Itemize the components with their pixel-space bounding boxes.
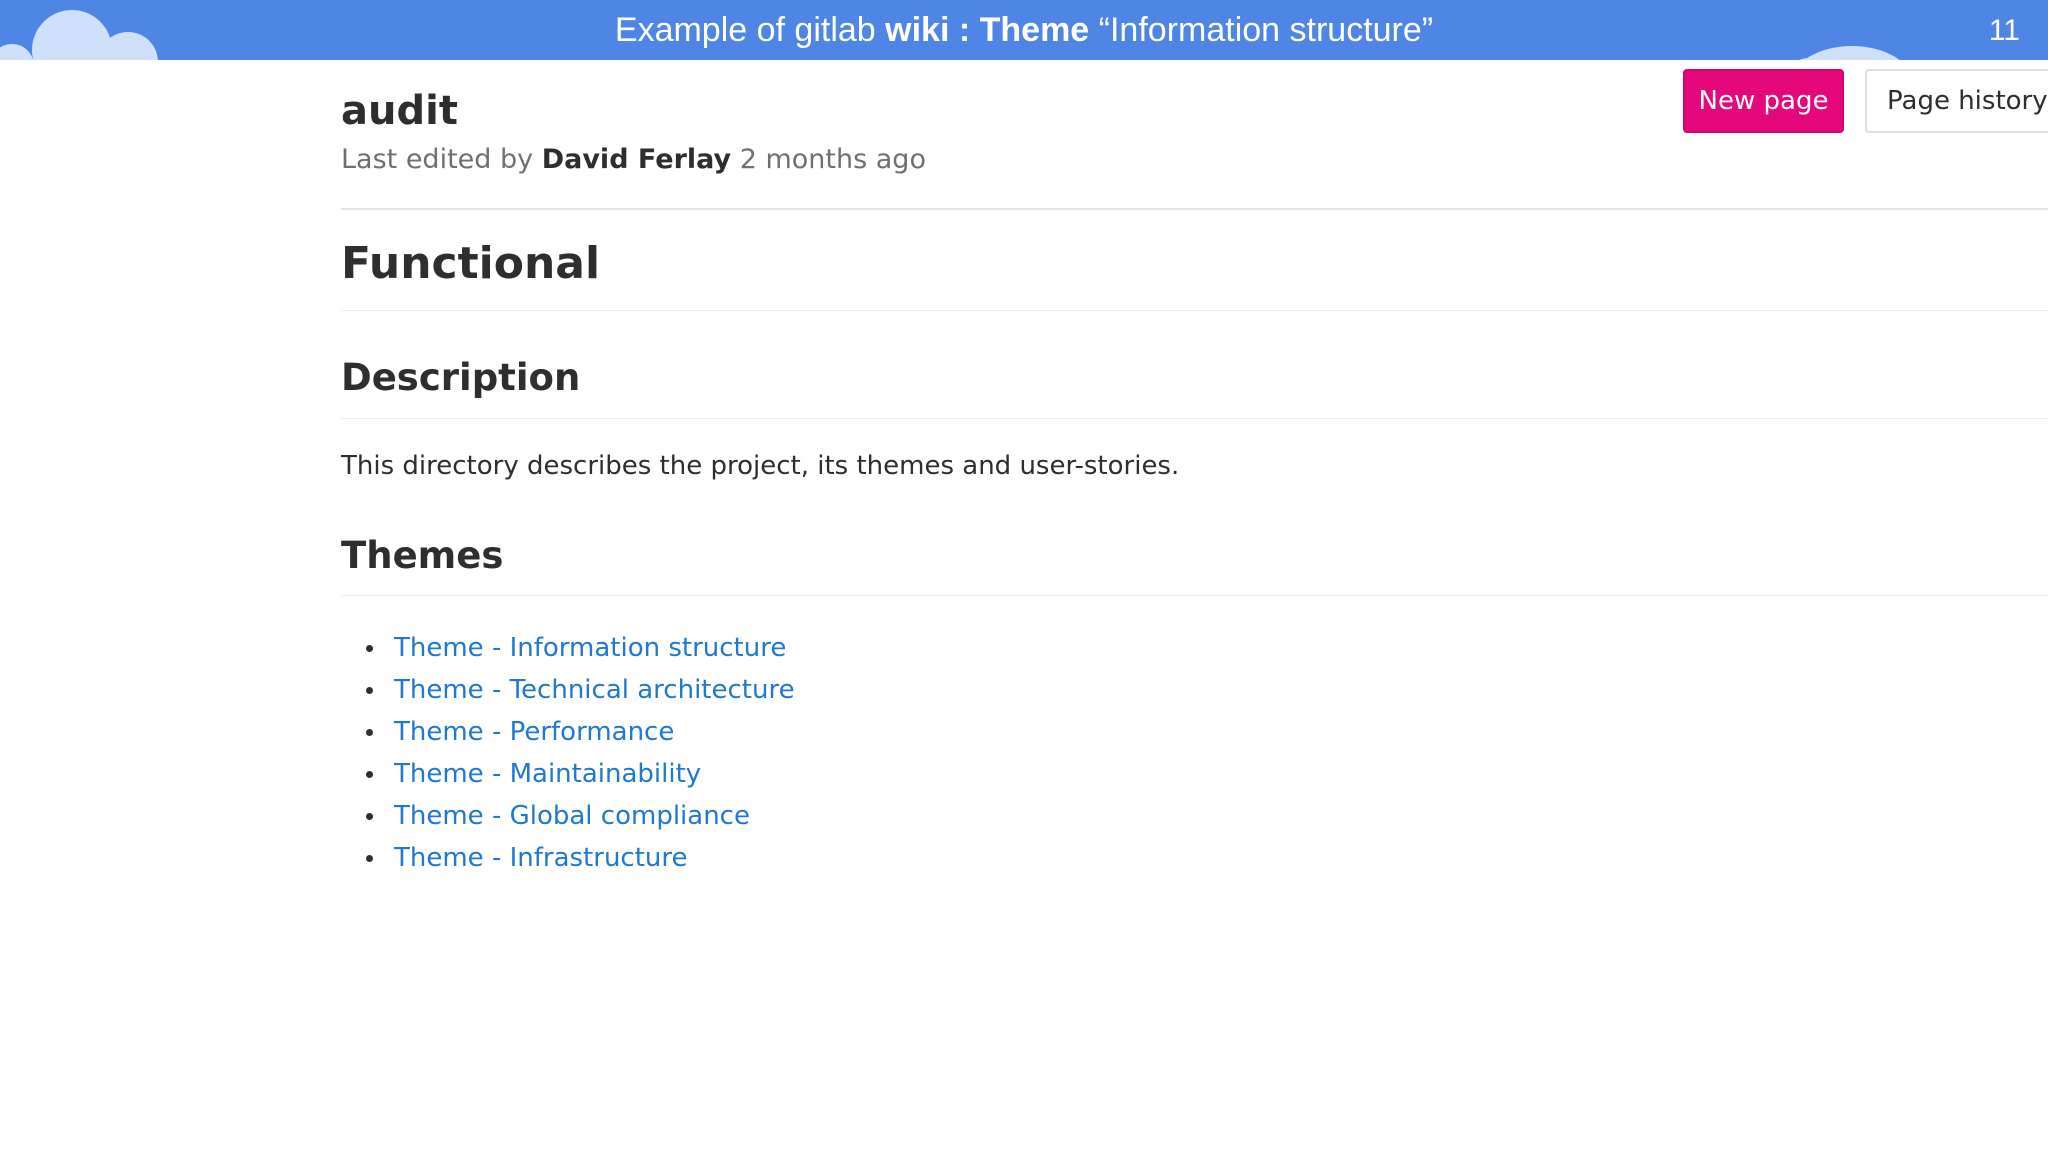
themes-list: Theme - Information structure Theme - Te… xyxy=(341,627,795,879)
description-text: This directory describes the project, it… xyxy=(341,451,1180,481)
list-item: Theme - Information structure xyxy=(341,627,795,669)
page-history-button[interactable]: Page history xyxy=(1865,69,2048,133)
heading-themes: Themes xyxy=(341,534,504,577)
author-name: David Ferlay xyxy=(541,144,732,175)
theme-link[interactable]: Theme - Performance xyxy=(394,717,674,747)
list-item: Theme - Technical architecture xyxy=(341,669,795,711)
heading-description: Description xyxy=(341,356,581,399)
bullet-icon xyxy=(366,687,373,694)
wiki-page-title: audit xyxy=(341,88,458,134)
list-item: Theme - Maintainability xyxy=(341,753,795,795)
slide-header: Example of gitlab wiki : Theme “Informat… xyxy=(0,0,2048,60)
list-item: Theme - Infrastructure xyxy=(341,837,795,879)
theme-link[interactable]: Theme - Global compliance xyxy=(394,801,750,831)
theme-link[interactable]: Theme - Technical architecture xyxy=(394,675,795,705)
slide-number: 11 xyxy=(1988,14,2020,47)
bullet-icon xyxy=(366,771,373,778)
slide-title: Example of gitlab wiki : Theme “Informat… xyxy=(614,11,1434,49)
theme-link[interactable]: Theme - Infrastructure xyxy=(394,843,688,873)
list-item: Theme - Performance xyxy=(341,711,795,753)
heading-divider xyxy=(341,595,2048,596)
theme-link[interactable]: Theme - Information structure xyxy=(394,633,786,663)
bullet-icon xyxy=(366,813,373,820)
bullet-icon xyxy=(366,645,373,652)
bullet-icon xyxy=(366,855,373,862)
list-item: Theme - Global compliance xyxy=(341,795,795,837)
heading-divider xyxy=(341,310,2048,311)
header-divider xyxy=(341,208,2048,210)
new-page-button[interactable]: New page xyxy=(1683,69,1844,133)
bullet-icon xyxy=(366,729,373,736)
heading-functional: Functional xyxy=(341,238,601,289)
last-edited-info: Last edited by David Ferlay 2 months ago xyxy=(341,144,926,175)
theme-link[interactable]: Theme - Maintainability xyxy=(394,759,701,789)
heading-divider xyxy=(341,418,2048,419)
